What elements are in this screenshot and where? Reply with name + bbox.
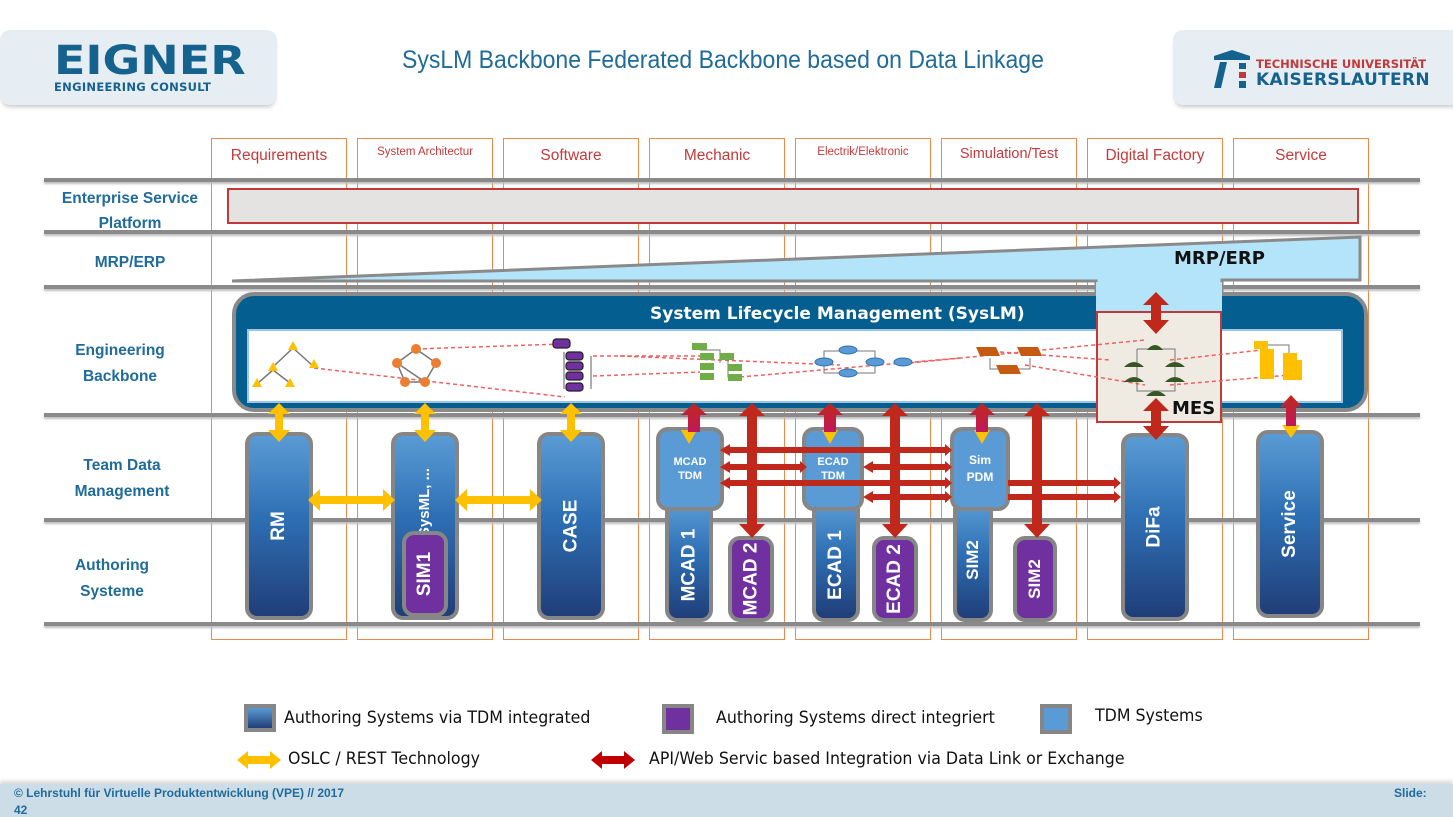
api-arrow-h7 [1008,491,1121,503]
api-arrows [681,292,1302,538]
api-arrow-h6 [1008,477,1121,489]
oslc-arrow-rm-sysml [308,489,395,511]
legend-api-arrow-icon [591,751,635,769]
api-arrow-h5 [863,491,952,503]
footer-slide-number: 42 [14,803,28,817]
api-arrow-service-up [1280,395,1302,426]
legend-oslc-arrow-icon [237,751,281,769]
legend-label: OSLC / REST Technology [288,749,480,769]
oslc-arrow-sysml [414,403,436,442]
oslc-arrowhead-service [1282,425,1300,438]
oslc-arrowhead-mcad-tdm [681,430,697,444]
legend-label: Authoring Systems direct integriert [716,708,995,728]
oslc-arrows [268,403,1300,511]
api-arrow-h4 [863,461,952,473]
api-arrow-mcad-tdm-up [681,403,707,432]
oslc-arrow-rm [268,403,290,442]
api-arrow-sim2 [1024,403,1050,538]
footer-slide-label: Slide: [1394,786,1427,800]
integration-arrows [268,292,1302,538]
oslc-arrowhead-sim-pdm [974,430,990,444]
legend-label: TDM Systems [1095,706,1203,726]
footer-copyright: © Lehrstuhl für Virtuelle Produktentwick… [14,786,345,800]
legend-label: Authoring Systems via TDM integrated [284,708,591,728]
api-arrow-sim-pdm-up [969,403,995,432]
legend-label: API/Web Servic based Integration via Dat… [649,749,1125,769]
api-arrow-ecad2 [882,403,908,538]
legend-swatch-tdm [1040,704,1072,734]
api-arrow-ecad-tdm-up [817,403,843,432]
oslc-arrow-case [560,403,582,442]
oslc-arrowhead-ecad-tdm [822,430,838,444]
legend-swatch-authoring-direct [662,704,694,734]
api-arrow-h2 [720,461,807,473]
api-arrow-mes-mrp [1143,292,1169,334]
api-arrow-mes-difa [1143,398,1169,440]
api-arrow-mcad2 [739,403,765,538]
legend-swatch-authoring-tdm [244,704,276,732]
oslc-arrow-sysml-case [455,489,542,511]
